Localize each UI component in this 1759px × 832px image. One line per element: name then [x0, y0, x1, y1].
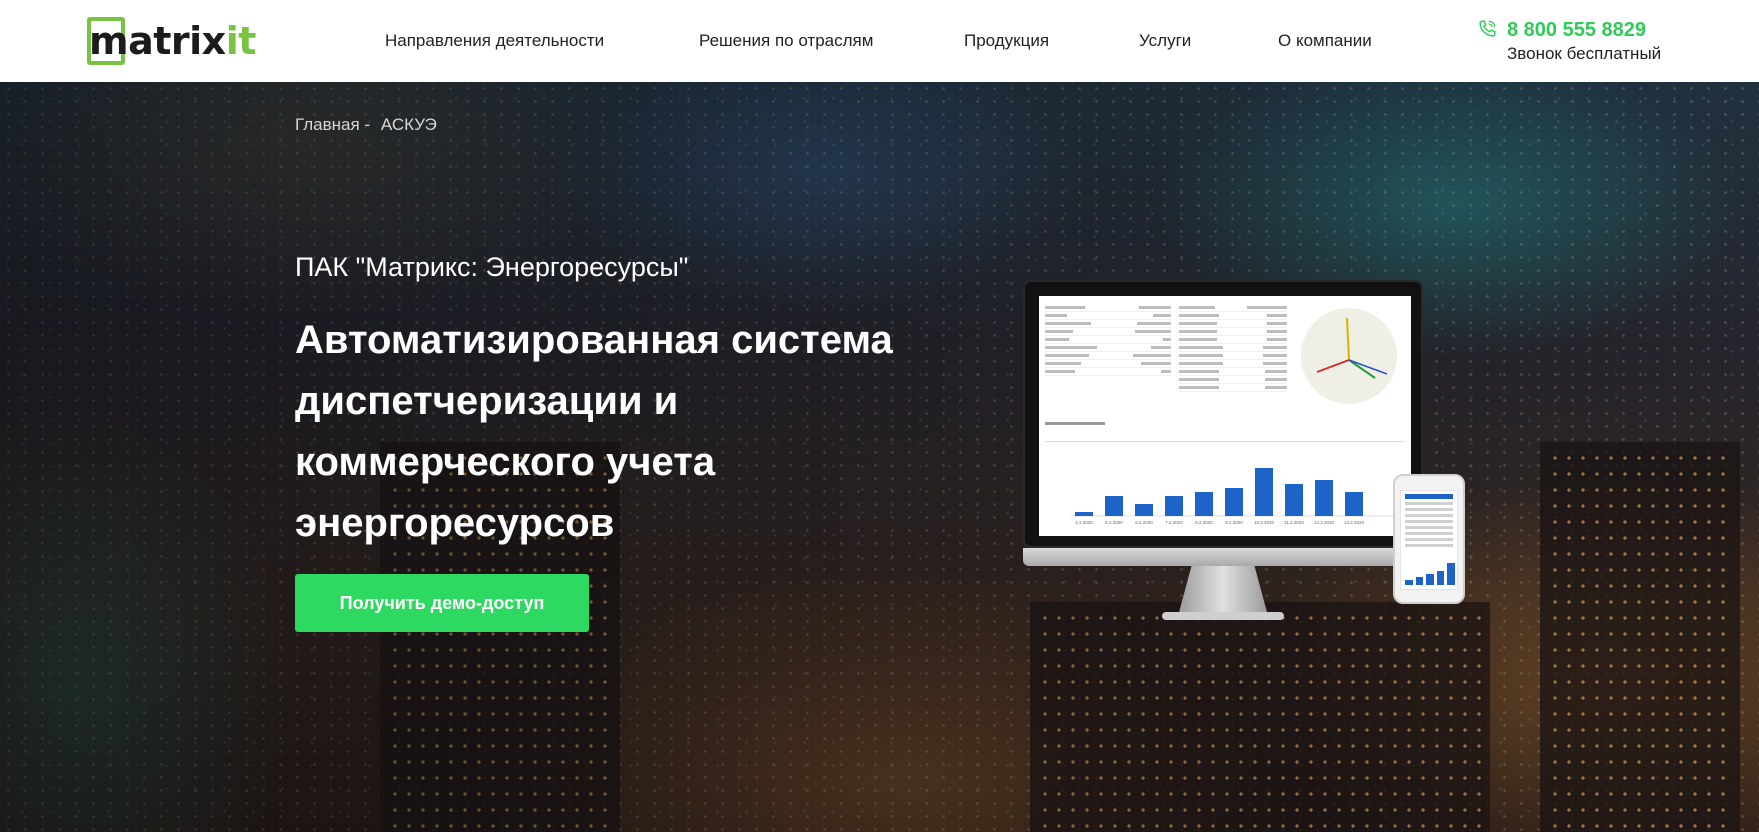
phone-chart-bar — [1405, 579, 1413, 585]
monitor-chin — [1023, 548, 1423, 566]
chart-tick-label: 11.2.2020 — [1284, 520, 1304, 525]
phone-chart-bar — [1447, 563, 1455, 585]
breadcrumb-separator: - — [364, 115, 371, 134]
daily-data-label — [1045, 422, 1105, 425]
logo-letter-m: m — [89, 19, 129, 63]
chart-tick-label: 9.2.2020 — [1225, 520, 1243, 525]
chart-bar — [1195, 492, 1213, 516]
chart-tick-label: 10.2.2020 — [1254, 520, 1275, 525]
chart-bar — [1075, 512, 1093, 516]
monitor-stand — [1178, 566, 1268, 616]
monitor-base — [1162, 612, 1284, 620]
chart-bar — [1345, 492, 1363, 516]
hero-section: Главная - АСКУЭ ПАК "Матрикс: Энергоресу… — [0, 82, 1759, 832]
phone-screen — [1400, 490, 1458, 590]
breadcrumb-current: АСКУЭ — [380, 115, 437, 134]
nav-item-services[interactable]: Услуги — [1139, 31, 1191, 51]
phone-mockup — [1393, 474, 1465, 604]
chart-bar — [1255, 468, 1273, 516]
phase-vectors-icon — [1316, 317, 1388, 379]
breadcrumb-home[interactable]: Главная — [295, 115, 360, 134]
chart-bar — [1315, 480, 1333, 516]
monitor-mockup: 4.2.2020 5.2.2020 6.2.2020 7.2.2020 8.2.2020… — [1023, 280, 1423, 548]
logo-text-green: it — [225, 19, 257, 63]
breadcrumb: Главная - АСКУЭ — [295, 115, 443, 135]
product-subtitle: ПАК "Матрикс: Энергоресурсы" — [295, 252, 689, 282]
phone-note: Звонок бесплатный — [1507, 44, 1662, 63]
nav-item-products[interactable]: Продукция — [964, 31, 1049, 51]
phone-chart-bar — [1436, 571, 1445, 585]
chart-tick-label: 6.2.2020 — [1135, 520, 1153, 525]
matrixit-logo[interactable]: matrixit — [87, 16, 257, 66]
logo-wordmark: matrixit — [89, 22, 256, 60]
demo-access-button[interactable]: Получить демо-доступ — [295, 574, 589, 632]
chart-bar — [1165, 496, 1183, 516]
monitor-screen: 4.2.2020 5.2.2020 6.2.2020 7.2.2020 8.2.2020… — [1039, 296, 1411, 536]
chart-tick-label: 4.2.2020 — [1075, 520, 1093, 525]
chart-bar — [1225, 488, 1243, 516]
phone-chart-bar — [1415, 576, 1424, 585]
chart-tick-label: 5.2.2020 — [1105, 520, 1123, 525]
phone-icon — [1479, 20, 1496, 37]
measurements-table — [1179, 304, 1287, 392]
nav-item-industry-solutions[interactable]: Решения по отраслям — [699, 31, 873, 51]
chart-tick-label: 8.2.2020 — [1195, 520, 1213, 525]
nav-item-about[interactable]: О компании — [1278, 31, 1372, 51]
chart-bar — [1105, 496, 1123, 516]
chart-tick-label: 13.2.2020 — [1344, 520, 1365, 525]
logo-text-dark: atrix — [128, 19, 226, 63]
chart-tick-label: 7.2.2020 — [1165, 520, 1183, 525]
site-header: matrixit Направления деятельности Решени… — [0, 0, 1759, 82]
chart-tick-label: 12.2.2020 — [1314, 520, 1335, 525]
daily-data-header-row — [1045, 432, 1405, 442]
chart-bar — [1285, 484, 1303, 516]
vector-diagram — [1301, 308, 1397, 404]
meter-info-table — [1045, 304, 1171, 376]
nav-item-directions[interactable]: Направления деятельности — [385, 31, 604, 51]
chart-bar — [1135, 504, 1153, 516]
daily-consumption-chart: 4.2.2020 5.2.2020 6.2.2020 7.2.2020 8.2.2020… — [1071, 468, 1399, 525]
phone-number-link[interactable]: 8 800 555 8829 — [1507, 19, 1646, 42]
phone-chart-bar — [1426, 574, 1434, 585]
page-title: Автоматизированная система диспетчеризац… — [295, 318, 893, 545]
phone-mini-chart — [1405, 563, 1455, 585]
